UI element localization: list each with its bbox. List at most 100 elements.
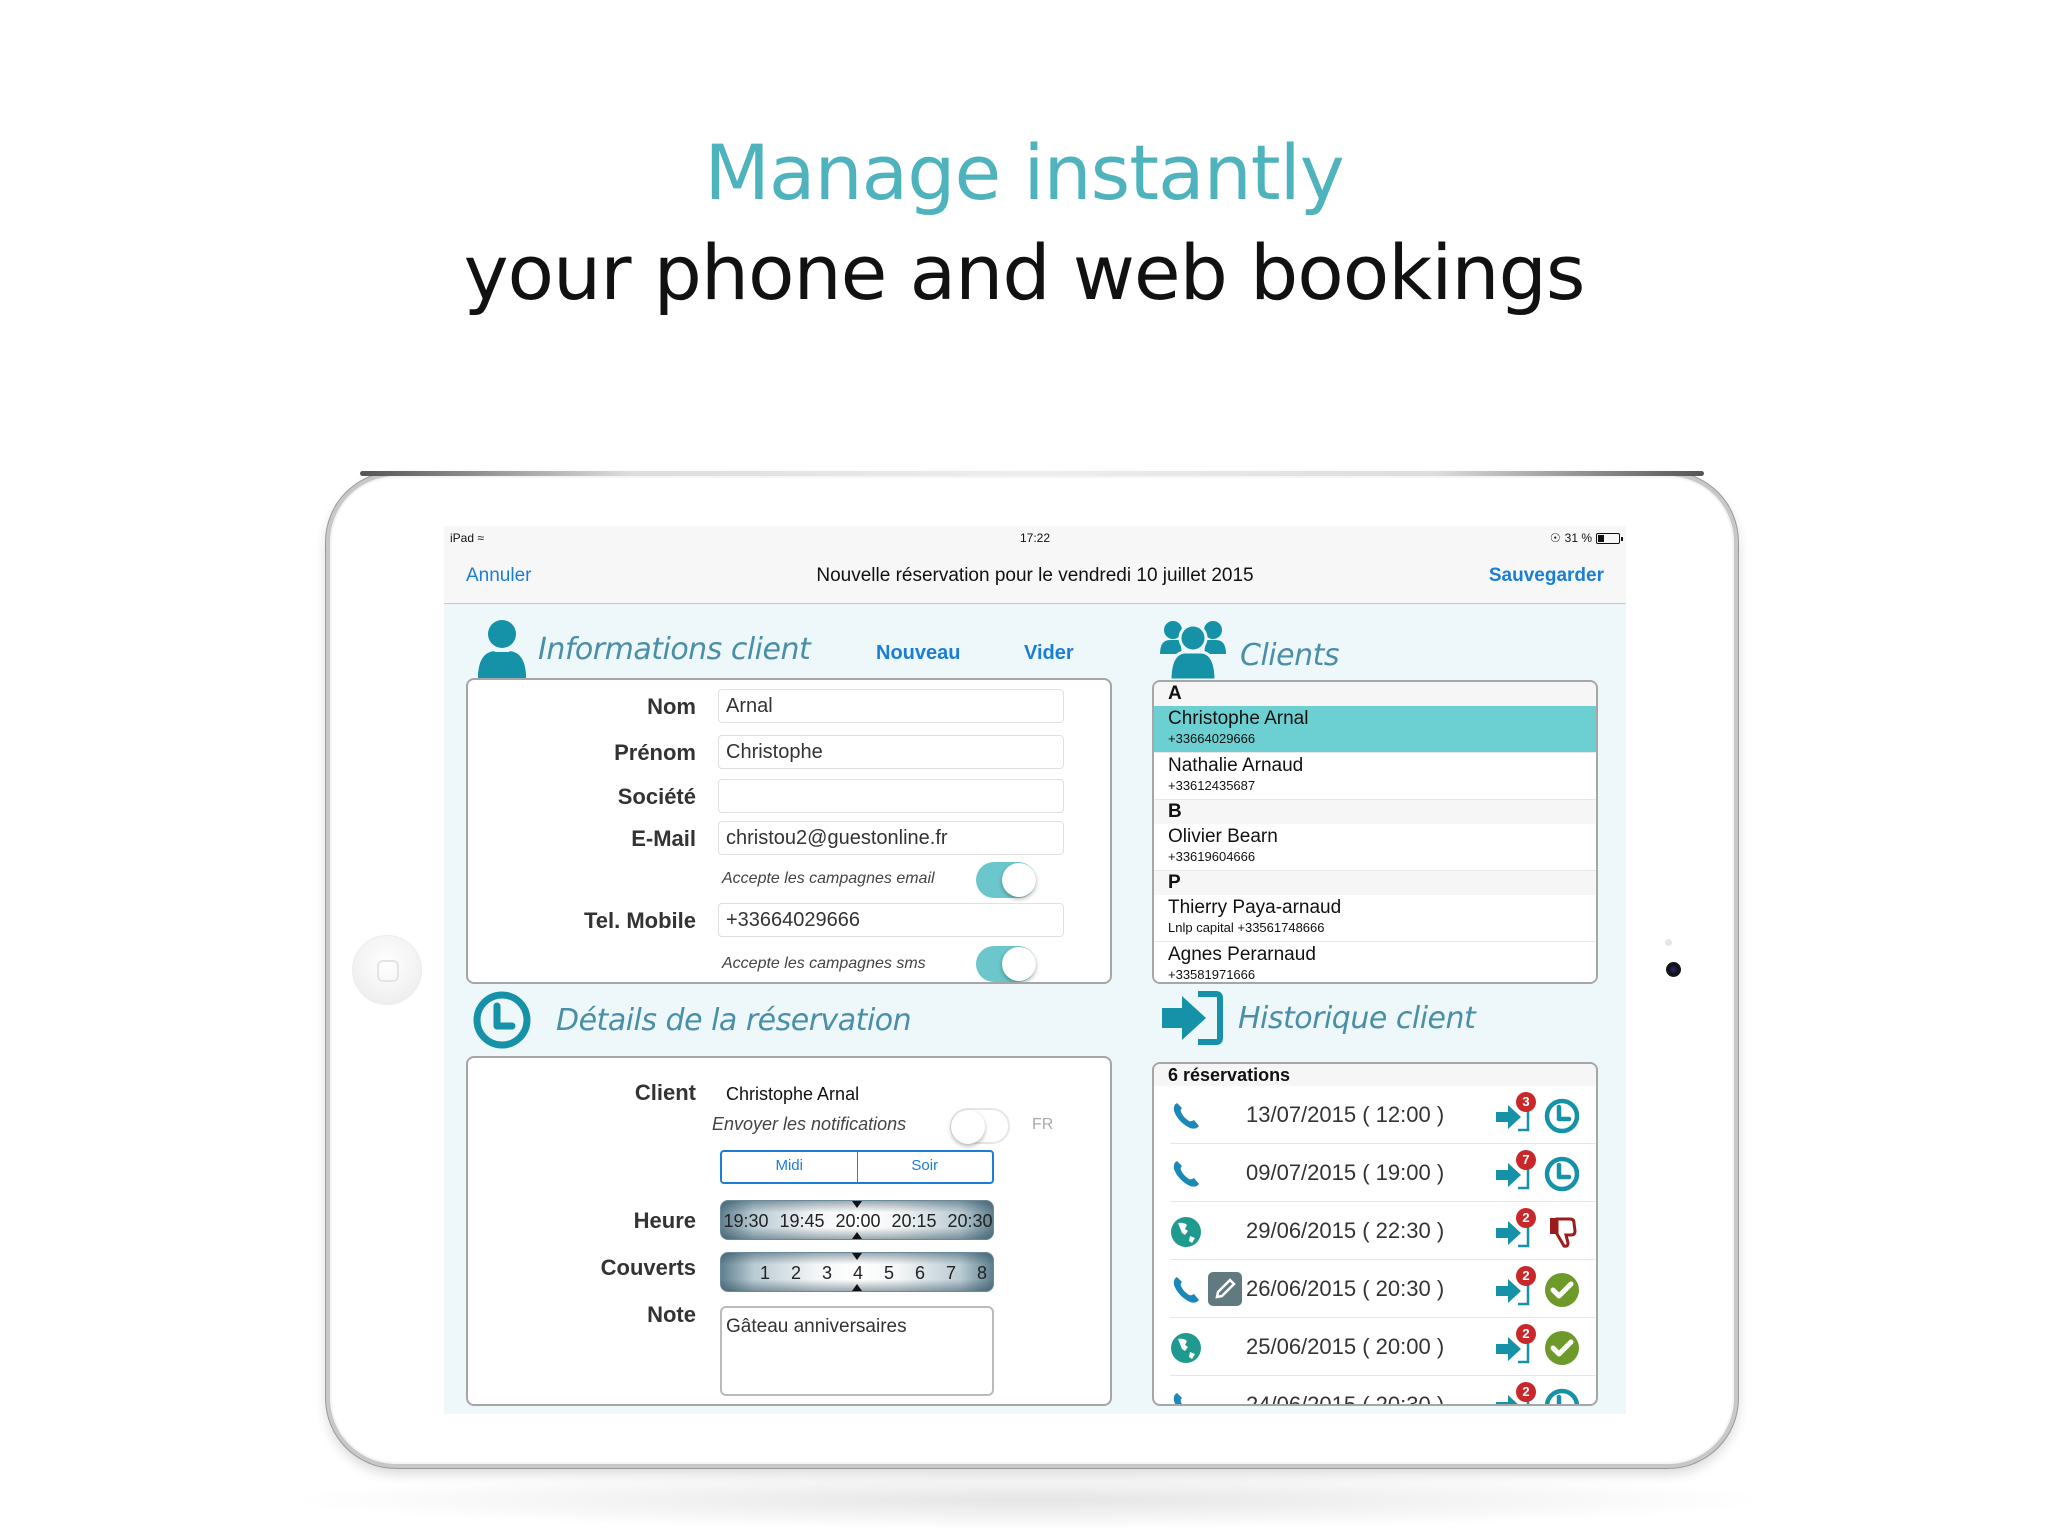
client-row[interactable]: Christophe Arnal +33664029666 bbox=[1154, 706, 1596, 753]
pencil-icon[interactable] bbox=[1208, 1272, 1242, 1306]
clients-title: Clients bbox=[1240, 637, 1339, 673]
clock-status-icon[interactable] bbox=[1544, 1156, 1580, 1192]
service-soir[interactable]: Soir bbox=[856, 1152, 993, 1182]
couverts-items: 12345678 bbox=[721, 1263, 993, 1285]
prenom-input[interactable]: Christophe bbox=[718, 735, 1064, 769]
picker-option[interactable]: 20:30 bbox=[947, 1211, 992, 1232]
client-row[interactable]: Olivier Bearn +33619604666 bbox=[1154, 824, 1596, 871]
picker-option[interactable]: 5 bbox=[884, 1263, 894, 1284]
client-row[interactable]: Nathalie Arnaud +33612435687 bbox=[1154, 753, 1596, 800]
notify-toggle[interactable] bbox=[950, 1108, 1010, 1144]
check-confirmed-icon[interactable] bbox=[1544, 1272, 1580, 1308]
picker-option[interactable]: 1 bbox=[760, 1263, 770, 1284]
picker-option[interactable]: 20:15 bbox=[891, 1211, 936, 1232]
clients-list[interactable]: A Christophe Arnal +33664029666 Nathalie… bbox=[1152, 680, 1598, 984]
picker-indicator-top bbox=[852, 1201, 862, 1208]
note-label: Note bbox=[647, 1302, 696, 1327]
picker-option[interactable]: 19:30 bbox=[723, 1211, 768, 1232]
toggle-knob bbox=[1002, 947, 1036, 981]
globe-icon bbox=[1170, 1332, 1202, 1364]
sms-campaign-toggle[interactable] bbox=[976, 946, 1036, 982]
visit-count-badge: 7 bbox=[1516, 1150, 1536, 1170]
check-confirmed-icon[interactable] bbox=[1544, 1330, 1580, 1366]
history-date: 13/07/2015 ( 12:00 ) bbox=[1246, 1102, 1445, 1127]
history-count: 6 réservations bbox=[1154, 1064, 1596, 1086]
picker-option[interactable]: 3 bbox=[822, 1263, 832, 1284]
clear-button[interactable]: Vider bbox=[1024, 642, 1074, 665]
history-row[interactable]: 26/06/2015 ( 20:30 ) 2 bbox=[1170, 1260, 1596, 1318]
picker-option[interactable]: 4 bbox=[853, 1263, 863, 1284]
history-row[interactable]: 13/07/2015 ( 12:00 ) 3 bbox=[1170, 1086, 1596, 1144]
prenom-label: Prénom bbox=[614, 740, 696, 765]
picker-option[interactable]: 8 bbox=[977, 1263, 987, 1284]
picker-option[interactable]: 19:45 bbox=[779, 1211, 824, 1232]
device-shadow bbox=[280, 1470, 1780, 1530]
headline-line-2: your phone and web bookings bbox=[463, 228, 1586, 317]
visit-count-badge: 2 bbox=[1516, 1382, 1536, 1402]
email-campaign-label: Accepte les campagnes email bbox=[722, 870, 935, 887]
reservation-header: Détails de la réservation bbox=[472, 990, 912, 1050]
toggle-knob bbox=[1002, 863, 1036, 897]
service-midi[interactable]: Midi bbox=[722, 1152, 857, 1182]
page-title: Nouvelle réservation pour le vendredi 10… bbox=[816, 565, 1254, 586]
mobile-input[interactable]: +33664029666 bbox=[718, 903, 1064, 937]
note-textarea[interactable]: Gâteau anniversaires bbox=[720, 1306, 994, 1396]
home-square-icon bbox=[377, 960, 399, 982]
history-date: 29/06/2015 ( 22:30 ) bbox=[1246, 1218, 1445, 1243]
battery-icon bbox=[1596, 532, 1623, 544]
societe-input[interactable] bbox=[718, 779, 1064, 813]
home-button[interactable] bbox=[352, 935, 422, 1005]
visit-count-badge: 3 bbox=[1516, 1092, 1536, 1112]
battery-percent: 31 % bbox=[1564, 531, 1592, 545]
client-phone: +33664029666 bbox=[1168, 731, 1256, 746]
picker-indicator-bottom bbox=[852, 1284, 862, 1291]
battery-fill bbox=[1598, 534, 1604, 542]
section-header-b: B bbox=[1154, 800, 1596, 824]
history-row[interactable]: 25/06/2015 ( 20:00 ) 2 bbox=[1170, 1318, 1596, 1376]
users-group-icon bbox=[1160, 621, 1226, 680]
headline-line-1: Manage instantly bbox=[704, 128, 1344, 217]
save-button[interactable]: Sauvegarder bbox=[1489, 565, 1604, 587]
picker-option[interactable]: 6 bbox=[915, 1263, 925, 1284]
status-bar: iPad ≈ 17:22 ☉ 31 % bbox=[444, 526, 1626, 550]
history-date: 26/06/2015 ( 20:30 ) bbox=[1246, 1276, 1445, 1301]
clock-status-icon[interactable] bbox=[1544, 1098, 1580, 1134]
globe-icon bbox=[1170, 1216, 1202, 1248]
notify-label: Envoyer les notifications bbox=[712, 1114, 907, 1134]
picker-option[interactable]: 20:00 bbox=[835, 1211, 880, 1232]
history-rows: 13/07/2015 ( 12:00 ) 3 09/07/2015 ( 19:00 … bbox=[1154, 1086, 1596, 1404]
client-name: Agnes Perarnaud bbox=[1168, 944, 1316, 965]
client-phone: +33581971666 bbox=[1168, 967, 1256, 982]
clients-header: Clients bbox=[1160, 618, 1339, 680]
new-client-button[interactable]: Nouveau bbox=[876, 642, 960, 665]
history-row[interactable]: 09/07/2015 ( 19:00 ) 7 bbox=[1170, 1144, 1596, 1202]
camera-icon bbox=[1666, 962, 1681, 977]
client-phone: +33612435687 bbox=[1168, 778, 1256, 793]
client-row[interactable]: Thierry Paya-arnaud Lnlp capital +335617… bbox=[1154, 895, 1596, 942]
picker-option[interactable]: 7 bbox=[946, 1263, 956, 1284]
section-header-p: P bbox=[1154, 871, 1596, 895]
phone-icon bbox=[1170, 1274, 1202, 1306]
picker-option[interactable]: 2 bbox=[791, 1263, 801, 1284]
thumbs-down-icon[interactable] bbox=[1544, 1214, 1580, 1250]
reservation-panel: Client Christophe Arnal Envoyer les noti… bbox=[466, 1056, 1112, 1406]
mobile-label: Tel. Mobile bbox=[583, 908, 696, 933]
history-row[interactable]: 24/06/2015 ( 20:30 ) 2 bbox=[1170, 1376, 1596, 1404]
clock-status-icon[interactable] bbox=[1544, 1388, 1580, 1404]
email-input[interactable]: christou2@guestonline.fr bbox=[718, 821, 1064, 855]
history-list[interactable]: 6 réservations 13/07/2015 ( 12:00 ) 3 09/0… bbox=[1152, 1062, 1598, 1406]
client-row[interactable]: Agnes Perarnaud +33581971666 bbox=[1154, 942, 1596, 982]
status-time: 17:22 bbox=[1019, 531, 1051, 545]
email-campaign-toggle[interactable] bbox=[976, 862, 1036, 898]
history-row[interactable]: 29/06/2015 ( 22:30 ) 2 bbox=[1170, 1202, 1596, 1260]
couverts-picker[interactable]: 12345678 bbox=[720, 1252, 994, 1292]
visit-count-badge: 2 bbox=[1516, 1208, 1536, 1228]
nom-input[interactable]: Arnal bbox=[718, 689, 1064, 723]
heure-picker[interactable]: 19:1519:3019:4520:0020:1520:3020:45 bbox=[720, 1200, 994, 1240]
client-name: Olivier Bearn bbox=[1168, 826, 1278, 847]
client-info-title: Informations client bbox=[538, 631, 811, 667]
language-label[interactable]: FR bbox=[1032, 1116, 1053, 1134]
client-phone: Lnlp capital +33561748666 bbox=[1168, 920, 1325, 935]
picker-indicator-top bbox=[852, 1253, 862, 1260]
status-right: ☉ 31 % bbox=[1550, 531, 1623, 545]
